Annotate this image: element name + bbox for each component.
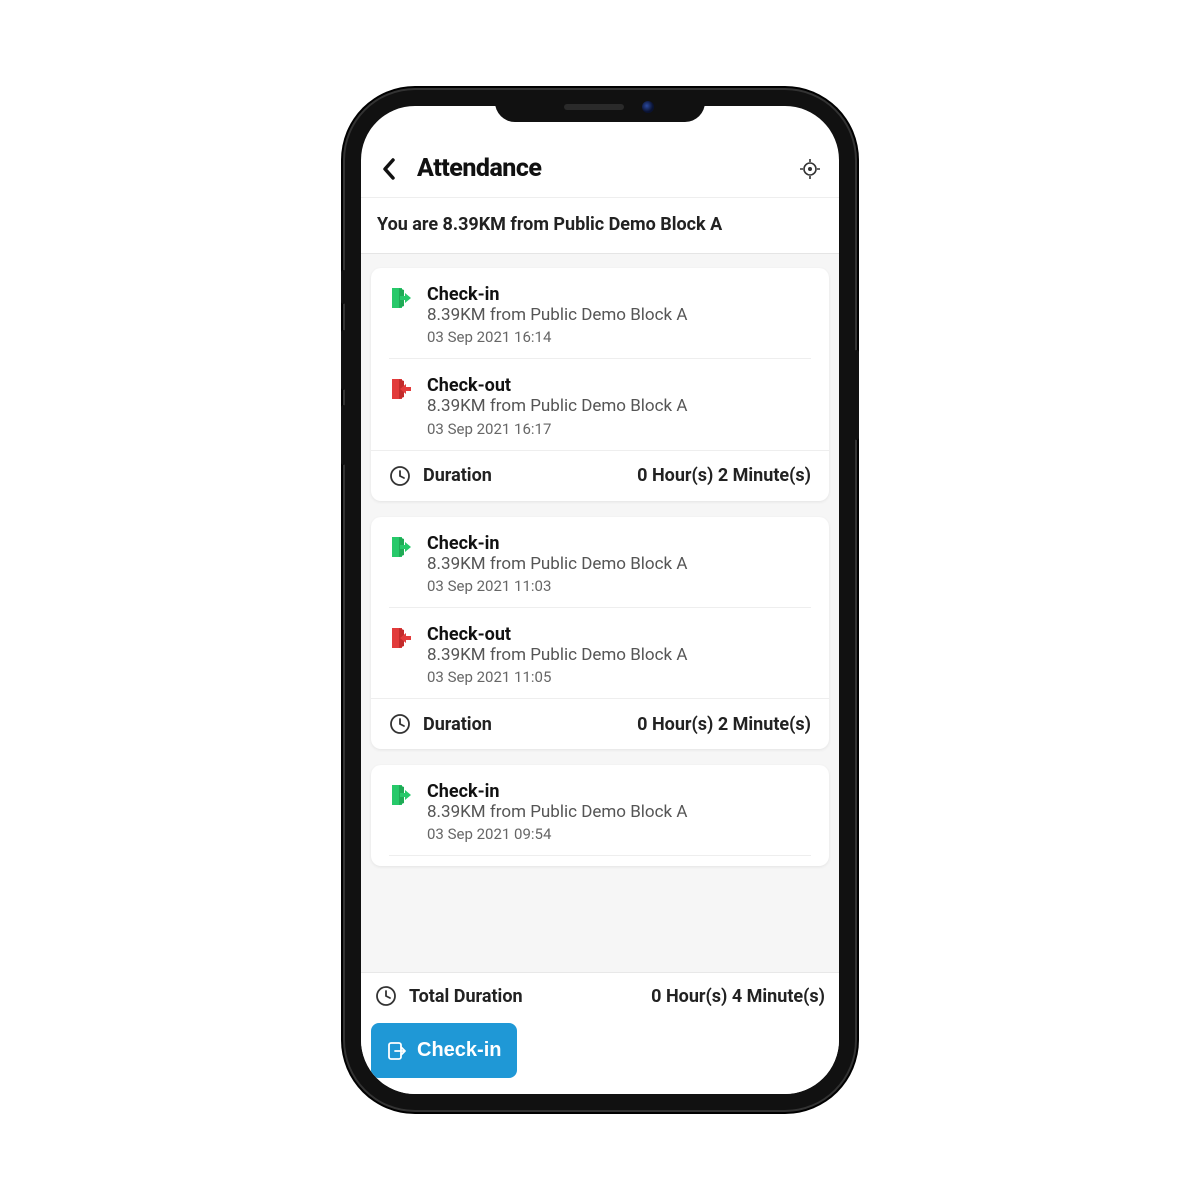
- attendance-card: Check-in 8.39KM from Public Demo Block A…: [371, 765, 829, 866]
- checkin-button[interactable]: Check-in: [371, 1023, 517, 1078]
- entry-distance: 8.39KM from Public Demo Block A: [427, 396, 811, 417]
- locate-button[interactable]: [799, 158, 821, 180]
- entry-distance: 8.39KM from Public Demo Block A: [427, 554, 811, 575]
- clock-icon: [375, 985, 397, 1007]
- chevron-left-icon: [382, 158, 396, 180]
- entry-timestamp: 03 Sep 2021 11:03: [427, 577, 811, 595]
- entry-title: Check-in: [427, 781, 811, 802]
- door-enter-icon: [389, 284, 413, 346]
- checkin-entry: Check-in 8.39KM from Public Demo Block A…: [371, 765, 829, 855]
- checkout-entry: Check-out 8.39KM from Public Demo Block …: [389, 607, 811, 698]
- entry-title: Check-in: [427, 284, 811, 305]
- phone-side-button: [341, 270, 346, 304]
- enter-icon: [387, 1041, 407, 1061]
- checkin-button-label: Check-in: [417, 1039, 501, 1062]
- checkin-entry: Check-in 8.39KM from Public Demo Block A…: [371, 517, 829, 607]
- clock-icon: [389, 465, 411, 487]
- entry-timestamp: 03 Sep 2021 16:14: [427, 328, 811, 346]
- entry-title: Check-out: [427, 624, 811, 645]
- total-duration-label: Total Duration: [409, 986, 523, 1007]
- clock-icon: [389, 713, 411, 735]
- attendance-list[interactable]: Check-in 8.39KM from Public Demo Block A…: [361, 254, 839, 972]
- duration-value: 0 Hour(s) 2 Minute(s): [637, 714, 811, 735]
- entry-title: Check-out: [427, 375, 811, 396]
- phone-camera: [642, 101, 654, 113]
- phone-frame: Attendance You are 8.39KM from Public De…: [345, 90, 855, 1110]
- duration-row: Duration 0 Hour(s) 2 Minute(s): [371, 450, 829, 501]
- checkin-entry: Check-in 8.39KM from Public Demo Block A…: [371, 268, 829, 358]
- door-enter-icon: [389, 533, 413, 595]
- entry-title: Check-in: [427, 533, 811, 554]
- phone-side-button: [341, 405, 346, 465]
- entry-timestamp: 03 Sep 2021 09:54: [427, 825, 811, 843]
- duration-value: 0 Hour(s) 2 Minute(s): [637, 465, 811, 486]
- attendance-card: Check-in 8.39KM from Public Demo Block A…: [371, 517, 829, 750]
- entry-distance: 8.39KM from Public Demo Block A: [427, 305, 811, 326]
- entry-distance: 8.39KM from Public Demo Block A: [427, 802, 811, 823]
- entry-distance: 8.39KM from Public Demo Block A: [427, 645, 811, 666]
- duration-row: Duration 0 Hour(s) 2 Minute(s): [371, 698, 829, 749]
- app-header: Attendance: [361, 106, 839, 198]
- distance-subheader: You are 8.39KM from Public Demo Block A: [361, 198, 839, 254]
- back-button[interactable]: [379, 159, 399, 179]
- page-title: Attendance: [417, 154, 781, 183]
- phone-side-button: [854, 350, 859, 440]
- duration-label: Duration: [423, 465, 492, 486]
- entry-timestamp: 03 Sep 2021 16:17: [427, 420, 811, 438]
- entry-timestamp: 03 Sep 2021 11:05: [427, 668, 811, 686]
- checkout-entry: Check-out 8.39KM from Public Demo Block …: [389, 358, 811, 449]
- phone-side-button: [341, 330, 346, 390]
- door-exit-icon: [389, 624, 413, 686]
- total-duration-row: Total Duration 0 Hour(s) 4 Minute(s): [361, 972, 839, 1017]
- screen: Attendance You are 8.39KM from Public De…: [361, 106, 839, 1094]
- total-duration-value: 0 Hour(s) 4 Minute(s): [651, 986, 825, 1007]
- attendance-card: Check-in 8.39KM from Public Demo Block A…: [371, 268, 829, 501]
- duration-label: Duration: [423, 714, 492, 735]
- door-enter-icon: [389, 781, 413, 843]
- bottom-bar: Total Duration 0 Hour(s) 4 Minute(s) Che…: [361, 972, 839, 1094]
- phone-speaker: [564, 104, 624, 110]
- crosshair-icon: [800, 159, 820, 179]
- door-exit-icon: [389, 375, 413, 437]
